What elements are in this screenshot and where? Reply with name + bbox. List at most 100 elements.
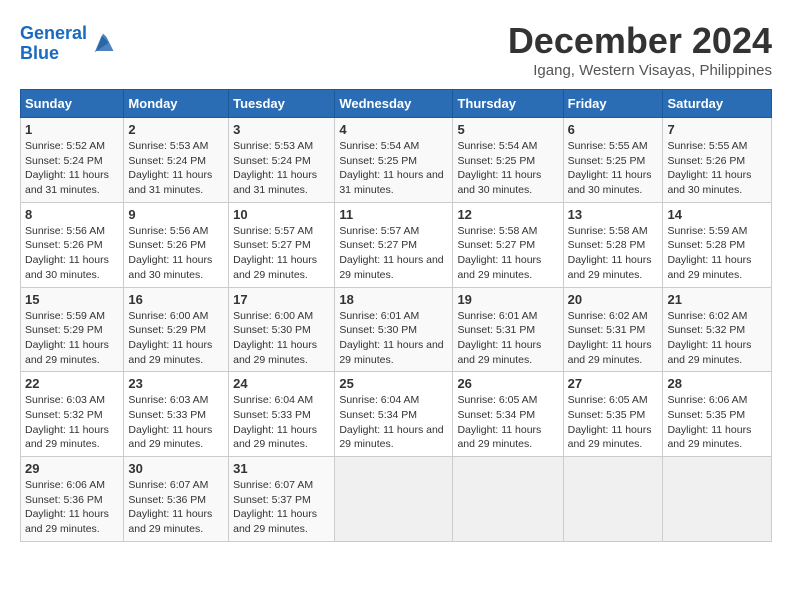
day-info: Sunrise: 6:04 AMSunset: 5:34 PMDaylight:… (339, 393, 448, 452)
calendar-week-5: 29 Sunrise: 6:06 AMSunset: 5:36 PMDaylig… (21, 457, 772, 542)
logo-icon (89, 30, 117, 58)
day-info: Sunrise: 5:54 AMSunset: 5:25 PMDaylight:… (457, 139, 558, 198)
day-info: Sunrise: 5:59 AMSunset: 5:28 PMDaylight:… (667, 224, 767, 283)
day-number: 17 (233, 292, 330, 307)
day-info: Sunrise: 6:06 AMSunset: 5:36 PMDaylight:… (25, 478, 119, 537)
calendar-cell: 25 Sunrise: 6:04 AMSunset: 5:34 PMDaylig… (335, 372, 453, 457)
calendar-cell: 4 Sunrise: 5:54 AMSunset: 5:25 PMDayligh… (335, 118, 453, 203)
day-info: Sunrise: 5:58 AMSunset: 5:27 PMDaylight:… (457, 224, 558, 283)
day-number: 8 (25, 207, 119, 222)
calendar-cell: 12 Sunrise: 5:58 AMSunset: 5:27 PMDaylig… (453, 202, 563, 287)
calendar-cell: 7 Sunrise: 5:55 AMSunset: 5:26 PMDayligh… (663, 118, 772, 203)
calendar-week-2: 8 Sunrise: 5:56 AMSunset: 5:26 PMDayligh… (21, 202, 772, 287)
day-number: 10 (233, 207, 330, 222)
day-info: Sunrise: 6:04 AMSunset: 5:33 PMDaylight:… (233, 393, 330, 452)
calendar-cell: 22 Sunrise: 6:03 AMSunset: 5:32 PMDaylig… (21, 372, 124, 457)
calendar-cell: 23 Sunrise: 6:03 AMSunset: 5:33 PMDaylig… (124, 372, 229, 457)
calendar-cell (335, 457, 453, 542)
calendar-cell: 18 Sunrise: 6:01 AMSunset: 5:30 PMDaylig… (335, 287, 453, 372)
logo-text: GeneralBlue (20, 24, 87, 64)
header-day-wednesday: Wednesday (335, 90, 453, 118)
day-info: Sunrise: 6:05 AMSunset: 5:34 PMDaylight:… (457, 393, 558, 452)
day-info: Sunrise: 5:58 AMSunset: 5:28 PMDaylight:… (568, 224, 659, 283)
calendar-cell: 11 Sunrise: 5:57 AMSunset: 5:27 PMDaylig… (335, 202, 453, 287)
header-row: SundayMondayTuesdayWednesdayThursdayFrid… (21, 90, 772, 118)
day-number: 15 (25, 292, 119, 307)
logo: GeneralBlue (20, 24, 117, 64)
day-info: Sunrise: 6:05 AMSunset: 5:35 PMDaylight:… (568, 393, 659, 452)
day-number: 28 (667, 376, 767, 391)
header-day-monday: Monday (124, 90, 229, 118)
calendar-body: 1 Sunrise: 5:52 AMSunset: 5:24 PMDayligh… (21, 118, 772, 542)
day-number: 11 (339, 207, 448, 222)
calendar-cell: 8 Sunrise: 5:56 AMSunset: 5:26 PMDayligh… (21, 202, 124, 287)
day-number: 9 (128, 207, 224, 222)
day-info: Sunrise: 5:57 AMSunset: 5:27 PMDaylight:… (233, 224, 330, 283)
calendar-cell (563, 457, 663, 542)
day-number: 4 (339, 122, 448, 137)
day-info: Sunrise: 6:00 AMSunset: 5:30 PMDaylight:… (233, 309, 330, 368)
day-number: 13 (568, 207, 659, 222)
day-info: Sunrise: 6:07 AMSunset: 5:36 PMDaylight:… (128, 478, 224, 537)
day-info: Sunrise: 6:03 AMSunset: 5:32 PMDaylight:… (25, 393, 119, 452)
day-number: 30 (128, 461, 224, 476)
day-number: 21 (667, 292, 767, 307)
day-number: 14 (667, 207, 767, 222)
calendar-cell: 28 Sunrise: 6:06 AMSunset: 5:35 PMDaylig… (663, 372, 772, 457)
calendar-cell: 15 Sunrise: 5:59 AMSunset: 5:29 PMDaylig… (21, 287, 124, 372)
day-number: 6 (568, 122, 659, 137)
calendar-cell: 16 Sunrise: 6:00 AMSunset: 5:29 PMDaylig… (124, 287, 229, 372)
day-number: 22 (25, 376, 119, 391)
calendar-cell: 1 Sunrise: 5:52 AMSunset: 5:24 PMDayligh… (21, 118, 124, 203)
day-number: 27 (568, 376, 659, 391)
day-info: Sunrise: 6:06 AMSunset: 5:35 PMDaylight:… (667, 393, 767, 452)
day-info: Sunrise: 6:07 AMSunset: 5:37 PMDaylight:… (233, 478, 330, 537)
calendar-cell: 24 Sunrise: 6:04 AMSunset: 5:33 PMDaylig… (229, 372, 335, 457)
day-info: Sunrise: 6:02 AMSunset: 5:32 PMDaylight:… (667, 309, 767, 368)
calendar-cell: 5 Sunrise: 5:54 AMSunset: 5:25 PMDayligh… (453, 118, 563, 203)
day-info: Sunrise: 5:52 AMSunset: 5:24 PMDaylight:… (25, 139, 119, 198)
calendar-cell: 27 Sunrise: 6:05 AMSunset: 5:35 PMDaylig… (563, 372, 663, 457)
day-info: Sunrise: 6:01 AMSunset: 5:30 PMDaylight:… (339, 309, 448, 368)
day-number: 16 (128, 292, 224, 307)
day-info: Sunrise: 6:03 AMSunset: 5:33 PMDaylight:… (128, 393, 224, 452)
subtitle: Igang, Western Visayas, Philippines (508, 62, 772, 79)
header-day-friday: Friday (563, 90, 663, 118)
header-day-tuesday: Tuesday (229, 90, 335, 118)
calendar-cell: 13 Sunrise: 5:58 AMSunset: 5:28 PMDaylig… (563, 202, 663, 287)
calendar-cell: 9 Sunrise: 5:56 AMSunset: 5:26 PMDayligh… (124, 202, 229, 287)
day-number: 5 (457, 122, 558, 137)
day-info: Sunrise: 5:56 AMSunset: 5:26 PMDaylight:… (128, 224, 224, 283)
day-number: 2 (128, 122, 224, 137)
calendar-cell: 30 Sunrise: 6:07 AMSunset: 5:36 PMDaylig… (124, 457, 229, 542)
day-info: Sunrise: 5:54 AMSunset: 5:25 PMDaylight:… (339, 139, 448, 198)
day-info: Sunrise: 6:00 AMSunset: 5:29 PMDaylight:… (128, 309, 224, 368)
day-number: 18 (339, 292, 448, 307)
calendar-cell: 19 Sunrise: 6:01 AMSunset: 5:31 PMDaylig… (453, 287, 563, 372)
calendar-week-4: 22 Sunrise: 6:03 AMSunset: 5:32 PMDaylig… (21, 372, 772, 457)
day-number: 31 (233, 461, 330, 476)
day-number: 20 (568, 292, 659, 307)
day-number: 1 (25, 122, 119, 137)
calendar-week-1: 1 Sunrise: 5:52 AMSunset: 5:24 PMDayligh… (21, 118, 772, 203)
day-info: Sunrise: 5:55 AMSunset: 5:25 PMDaylight:… (568, 139, 659, 198)
day-info: Sunrise: 5:55 AMSunset: 5:26 PMDaylight:… (667, 139, 767, 198)
title-block: December 2024 Igang, Western Visayas, Ph… (508, 20, 772, 79)
calendar-cell: 17 Sunrise: 6:00 AMSunset: 5:30 PMDaylig… (229, 287, 335, 372)
calendar-cell (453, 457, 563, 542)
calendar-cell (663, 457, 772, 542)
calendar-header: SundayMondayTuesdayWednesdayThursdayFrid… (21, 90, 772, 118)
main-title: December 2024 (508, 20, 772, 62)
day-number: 24 (233, 376, 330, 391)
day-number: 12 (457, 207, 558, 222)
calendar-cell: 2 Sunrise: 5:53 AMSunset: 5:24 PMDayligh… (124, 118, 229, 203)
day-number: 26 (457, 376, 558, 391)
day-info: Sunrise: 5:56 AMSunset: 5:26 PMDaylight:… (25, 224, 119, 283)
calendar-cell: 20 Sunrise: 6:02 AMSunset: 5:31 PMDaylig… (563, 287, 663, 372)
day-number: 3 (233, 122, 330, 137)
header-day-thursday: Thursday (453, 90, 563, 118)
day-number: 29 (25, 461, 119, 476)
day-number: 25 (339, 376, 448, 391)
calendar-cell: 31 Sunrise: 6:07 AMSunset: 5:37 PMDaylig… (229, 457, 335, 542)
day-info: Sunrise: 5:53 AMSunset: 5:24 PMDaylight:… (233, 139, 330, 198)
